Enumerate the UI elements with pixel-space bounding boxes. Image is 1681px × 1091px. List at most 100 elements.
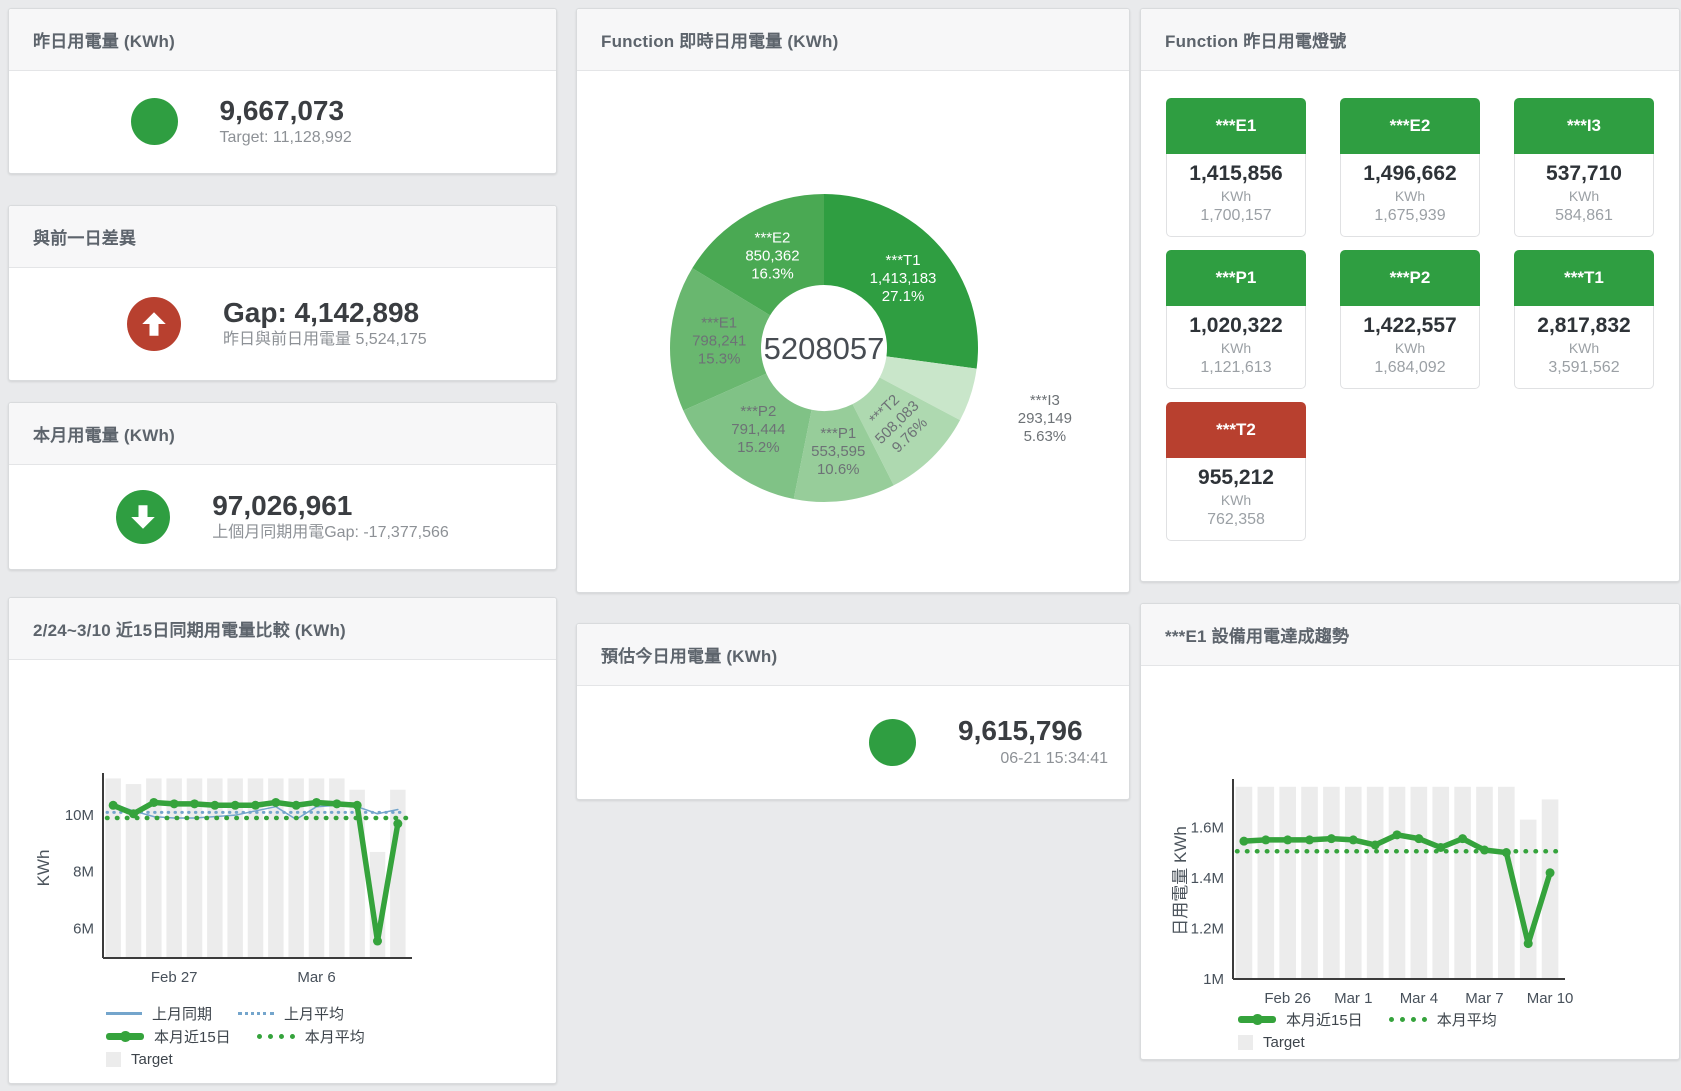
device-tile-value: 537,710	[1517, 161, 1651, 187]
y-tick-label: 1.6M	[1191, 819, 1224, 836]
target-bar	[1301, 787, 1318, 979]
target-bar	[390, 790, 405, 958]
stat-value: 9,667,073	[220, 96, 435, 125]
device-tile-value: 1,422,557	[1343, 313, 1477, 339]
arrow-down-icon	[128, 502, 158, 532]
stat-value: Gap: 4,142,898	[223, 298, 438, 327]
data-point[interactable]	[210, 801, 219, 810]
device-tile-status: ***T1	[1514, 250, 1654, 306]
y-tick-label: 8M	[73, 864, 94, 881]
legend-item[interactable]: 本月近15日	[106, 1026, 231, 1047]
data-point[interactable]	[373, 937, 382, 946]
data-point[interactable]	[1414, 834, 1423, 843]
data-point[interactable]	[1327, 834, 1336, 843]
target-bar	[1520, 820, 1537, 979]
data-point[interactable]	[292, 801, 301, 810]
stat-subtitle: 昨日與前日用電量 5,524,175	[223, 330, 438, 349]
device-tile-value: 2,817,832	[1517, 313, 1651, 339]
panel-header[interactable]: Function 昨日用電燈號	[1141, 9, 1679, 71]
legend-item[interactable]: Target	[106, 1051, 173, 1068]
data-point[interactable]	[312, 798, 321, 807]
data-point[interactable]	[1371, 840, 1380, 849]
device-tile-unit: KWh	[1517, 339, 1651, 358]
legend-label: 本月平均	[1437, 1009, 1497, 1030]
data-point[interactable]	[1458, 834, 1467, 843]
device-tiles-grid: ***E11,415,856KWh1,700,157***E21,496,662…	[1166, 98, 1654, 541]
legend-item[interactable]: 本月近15日	[1238, 1009, 1363, 1030]
device-tile-value: 1,415,856	[1169, 161, 1303, 187]
data-point[interactable]	[1239, 837, 1248, 846]
target-bar	[1476, 787, 1493, 979]
data-point[interactable]	[1261, 835, 1270, 844]
panel-title: 與前一日差異	[33, 224, 136, 249]
data-point[interactable]	[1349, 835, 1358, 844]
x-tick-label: Mar 6	[297, 969, 335, 986]
panel-prev-day-gap: 與前一日差異 Gap: 4,142,898 昨日與前日用電量 5,524,175	[8, 205, 557, 381]
device-tile-unit: KWh	[1169, 187, 1303, 206]
device-tile-target: 1,684,092	[1343, 358, 1477, 379]
x-tick-label: Mar 1	[1334, 990, 1372, 1007]
data-point[interactable]	[332, 799, 341, 808]
arrow-up-icon	[139, 309, 169, 339]
device-tile-unit: KWh	[1169, 339, 1303, 358]
panel-15day-comparison-chart: 2/24~3/10 近15日同期用電量比較 (KWh) 6M8M10MFeb 2…	[8, 597, 557, 1084]
status-circle-icon	[869, 719, 916, 766]
data-point[interactable]	[149, 798, 158, 807]
y-axis-label: KWh	[34, 850, 53, 887]
device-tile-status: ***E2	[1340, 98, 1480, 154]
device-tile-status: ***E1	[1166, 98, 1306, 154]
y-axis-label: 日用電量 KWh	[1171, 826, 1190, 936]
device-tile-target: 762,358	[1169, 510, 1303, 531]
data-point[interactable]	[353, 801, 362, 810]
legend-item[interactable]: Target	[1238, 1034, 1305, 1051]
y-tick-label: 1M	[1203, 971, 1224, 988]
chart-legend[interactable]: 上月同期 上月平均本月近15日 本月平均 Target	[106, 1004, 365, 1068]
panel-header[interactable]: 預估今日用電量 (KWh)	[577, 624, 1129, 686]
panel-yesterday-lights: Function 昨日用電燈號 ***E11,415,856KWh1,700,1…	[1140, 8, 1680, 582]
legend-label: Target	[131, 1051, 173, 1068]
data-point[interactable]	[271, 798, 280, 807]
target-bar	[1236, 787, 1253, 979]
device-tile-unit: KWh	[1343, 339, 1477, 358]
data-point[interactable]	[251, 801, 260, 810]
legend-item[interactable]: 上月平均	[238, 1003, 344, 1024]
data-point[interactable]	[109, 801, 118, 810]
legend-item[interactable]: 上月同期	[106, 1003, 212, 1024]
data-point[interactable]	[1546, 868, 1555, 877]
device-tile-status: ***P1	[1166, 250, 1306, 306]
panel-title: 預估今日用電量 (KWh)	[601, 642, 777, 667]
legend-swatch-dotted-icon	[238, 1012, 274, 1015]
data-point[interactable]	[231, 801, 240, 810]
data-point[interactable]	[1283, 835, 1292, 844]
panel-header[interactable]: 昨日用電量 (KWh)	[9, 9, 556, 71]
legend-item[interactable]: 本月平均	[1389, 1009, 1497, 1030]
legend-swatch-thick-icon	[1238, 1016, 1276, 1023]
legend-item[interactable]: 本月平均	[257, 1026, 365, 1047]
data-point[interactable]	[190, 799, 199, 808]
legend-label: 本月平均	[305, 1026, 365, 1047]
panel-title: 本月用電量 (KWh)	[33, 421, 175, 446]
legend-swatch-line-icon	[106, 1012, 142, 1015]
panel-header[interactable]: 本月用電量 (KWh)	[9, 403, 556, 465]
legend-swatch-thick-icon	[106, 1033, 144, 1040]
stat-subtitle: Target: 11,128,992	[220, 128, 435, 147]
data-point[interactable]	[1305, 835, 1314, 844]
device-tile-target: 3,591,562	[1517, 358, 1651, 379]
legend-swatch-square-icon	[106, 1052, 121, 1067]
device-tile-unit: KWh	[1169, 491, 1303, 510]
data-point[interactable]	[170, 799, 179, 808]
legend-swatch-dotted-thick-icon	[257, 1034, 295, 1039]
e1-trend-line-chart[interactable]: 1M1.2M1.4M1.6MFeb 26Mar 1Mar 4Mar 7Mar 1…	[1141, 604, 1681, 1061]
stat-subtitle: 06-21 15:34:41	[958, 749, 1108, 768]
panel-header[interactable]: 與前一日差異	[9, 206, 556, 268]
function-usage-donut-chart[interactable]: ***T11,413,18327.1%***I3293,1495.63%***T…	[577, 9, 1131, 594]
chart-legend[interactable]: 本月近15日 本月平均 Target	[1238, 1010, 1497, 1051]
data-point[interactable]	[1393, 830, 1402, 839]
device-tile-status: ***T2	[1166, 402, 1306, 458]
data-point[interactable]	[1524, 939, 1533, 948]
data-point[interactable]	[393, 819, 402, 828]
x-tick-label: Mar 4	[1400, 990, 1438, 1007]
target-bar	[1454, 787, 1471, 979]
stat-value: 9,615,796	[958, 716, 1108, 745]
legend-swatch-square-icon	[1238, 1035, 1253, 1050]
